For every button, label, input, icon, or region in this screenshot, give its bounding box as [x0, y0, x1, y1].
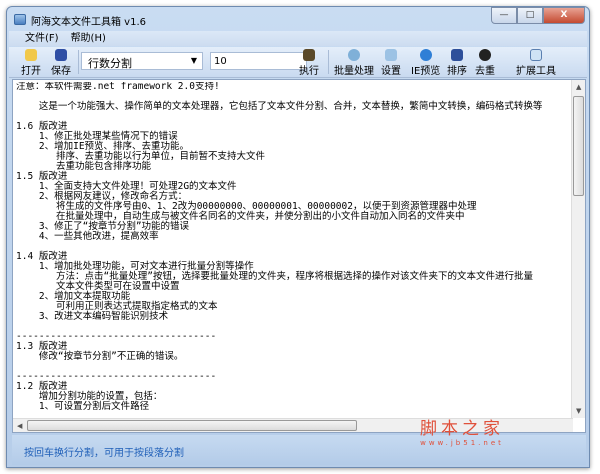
divider	[78, 50, 79, 74]
maximize-button[interactable]: □	[517, 7, 543, 24]
settings-button[interactable]: 设置	[381, 49, 401, 77]
scroll-up-icon[interactable]: ▲	[576, 83, 581, 91]
text-line	[16, 242, 571, 252]
split-mode-select[interactable]: 行数分割 ▼	[81, 52, 203, 70]
settings-wrench-icon	[385, 49, 397, 61]
minimize-button[interactable]: —	[491, 7, 517, 24]
split-value-input[interactable]: 10	[210, 52, 307, 70]
notepad-icon	[530, 49, 542, 61]
open-folder-icon	[25, 49, 37, 61]
status-bar: 按回车换行分割，可用于按段落分割	[12, 435, 586, 465]
up-arrow-icon	[451, 49, 463, 61]
text-line: 4、一些其他改进，提高效率	[16, 231, 159, 242]
menu-bar: 文件(F) 帮助(H)	[9, 31, 587, 46]
sort-button[interactable]: 排序	[447, 49, 467, 77]
ie-preview-button[interactable]: IE预览	[411, 49, 440, 77]
horizontal-scroll-thumb[interactable]	[27, 420, 357, 431]
menu-file[interactable]: 文件(F)	[25, 31, 59, 46]
text-editor[interactable]: 注意：本软件需要.net framework 2.0支持! 这是一个功能强大、操…	[12, 79, 586, 433]
text-line: 去重功能包含排序功能	[16, 161, 152, 172]
vertical-scrollbar[interactable]: ▲ ▼	[571, 80, 585, 418]
toolbar: 打开 保存 行数分割 ▼ 10 执行 批量处理 设置 IE预览 排序 去重 扩展工…	[9, 47, 587, 78]
text-line: -----------------------------------	[16, 371, 217, 382]
text-line	[16, 112, 571, 122]
text-line: 这是一个功能强大、操作简单的文本处理器，它包括了文本文件分割、合并，文本替换，繁…	[16, 101, 543, 112]
text-line: 3、改进文本编码智能识别技术	[16, 311, 169, 322]
title-bar: 阿海文本文件工具箱 v1.6 — □ X	[7, 7, 589, 31]
text-line: 修改“按章节分割”不正确的错误。	[16, 351, 184, 362]
divider	[328, 50, 329, 74]
close-button[interactable]: X	[543, 7, 585, 24]
text-line: -----------------------------------	[16, 331, 217, 342]
vertical-scroll-thumb[interactable]	[573, 96, 584, 196]
window-title: 阿海文本文件工具箱 v1.6	[31, 17, 146, 28]
horizontal-scrollbar[interactable]: ◀	[13, 418, 573, 432]
ie-icon	[419, 49, 432, 61]
save-disk-icon	[55, 49, 67, 61]
app-window: 阿海文本文件工具箱 v1.6 — □ X 文件(F) 帮助(H) 打开 保存 行…	[6, 6, 590, 468]
dedupe-button[interactable]: 去重	[475, 49, 495, 77]
execute-button[interactable]: 执行	[299, 49, 319, 77]
globe-icon	[348, 49, 360, 61]
scroll-left-icon[interactable]: ◀	[17, 422, 22, 430]
open-button[interactable]: 打开	[21, 49, 41, 77]
batch-button[interactable]: 批量处理	[334, 49, 374, 77]
text-line: 注意：本软件需要.net framework 2.0支持!	[16, 82, 220, 92]
scroll-down-icon[interactable]: ▼	[576, 407, 581, 415]
app-icon	[14, 14, 26, 25]
execute-icon	[303, 49, 315, 61]
dedupe-icon	[479, 49, 491, 61]
save-button[interactable]: 保存	[51, 49, 71, 77]
extend-tools-button[interactable]: 扩展工具	[516, 49, 556, 77]
chevron-down-icon: ▼	[190, 56, 197, 65]
text-content[interactable]: 注意：本软件需要.net framework 2.0支持! 这是一个功能强大、操…	[16, 82, 571, 420]
menu-help[interactable]: 帮助(H)	[71, 31, 106, 46]
text-line: 1、可设置分割后文件路径	[16, 401, 150, 412]
